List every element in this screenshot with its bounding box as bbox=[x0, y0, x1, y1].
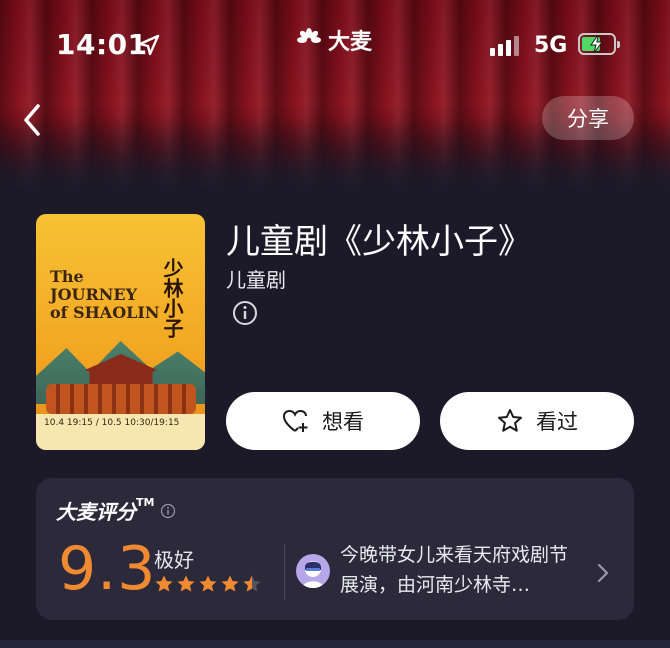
rating-info-icon[interactable] bbox=[160, 503, 176, 519]
trademark: TM bbox=[136, 496, 155, 509]
app-brand: 大麦 bbox=[296, 24, 372, 56]
network-type: 5G bbox=[534, 33, 568, 58]
star-outline-icon bbox=[498, 409, 522, 432]
status-time: 14:01 bbox=[56, 28, 148, 61]
star-icon bbox=[177, 575, 195, 592]
rating-label: 极好 bbox=[154, 548, 194, 572]
want-to-see-label: 想看 bbox=[322, 410, 364, 434]
divider bbox=[284, 544, 285, 600]
share-button[interactable]: 分享 bbox=[542, 96, 634, 140]
show-poster[interactable]: The JOURNEY of SHAOLIN 少林小子 10.4 19:15 /… bbox=[36, 214, 205, 450]
damai-logo-icon bbox=[297, 28, 321, 43]
have-seen-button[interactable]: 看过 bbox=[440, 392, 634, 450]
rating-brand: 大麦评分 bbox=[56, 500, 136, 524]
show-title: 儿童剧《少林小子》 bbox=[226, 222, 532, 262]
poster-title-zh: 少林小子 bbox=[160, 258, 184, 338]
poster-title-en: The JOURNEY of SHAOLIN bbox=[50, 267, 160, 322]
signal-icon bbox=[490, 36, 519, 56]
status-bar: 14:01 大麦 5G bbox=[0, 0, 670, 90]
have-seen-label: 看过 bbox=[536, 410, 578, 434]
info-icon[interactable] bbox=[232, 300, 258, 326]
poster-dates: 10.4 19:15 / 10.5 10:30/19:15 bbox=[36, 414, 205, 450]
chevron-right-icon[interactable] bbox=[596, 562, 610, 584]
star-icon bbox=[221, 575, 239, 592]
show-category: 儿童剧 bbox=[226, 268, 286, 292]
back-chevron-icon[interactable] bbox=[18, 100, 48, 140]
brand-name: 大麦 bbox=[328, 30, 373, 55]
rating-score: 9.3 bbox=[58, 534, 157, 604]
avatar bbox=[296, 554, 330, 588]
half-star-icon bbox=[243, 575, 261, 592]
rating-header: 大麦评分TM bbox=[56, 496, 176, 525]
location-arrow-icon bbox=[138, 34, 160, 56]
review-snippet: 今晚带女儿来看天府戏剧节展演，由河南少林寺… bbox=[340, 544, 569, 596]
star-icon bbox=[155, 575, 173, 592]
heart-plus-icon bbox=[282, 409, 308, 432]
bottom-edge bbox=[0, 640, 670, 648]
star-icon bbox=[199, 575, 217, 592]
battery-charging-icon bbox=[578, 33, 620, 55]
rating-card[interactable]: 大麦评分TM 9.3 极好 今晚带女儿来看天府戏剧节展演，由河南少林寺… bbox=[36, 478, 634, 620]
want-to-see-button[interactable]: 想看 bbox=[226, 392, 420, 450]
rating-stars bbox=[154, 574, 262, 594]
